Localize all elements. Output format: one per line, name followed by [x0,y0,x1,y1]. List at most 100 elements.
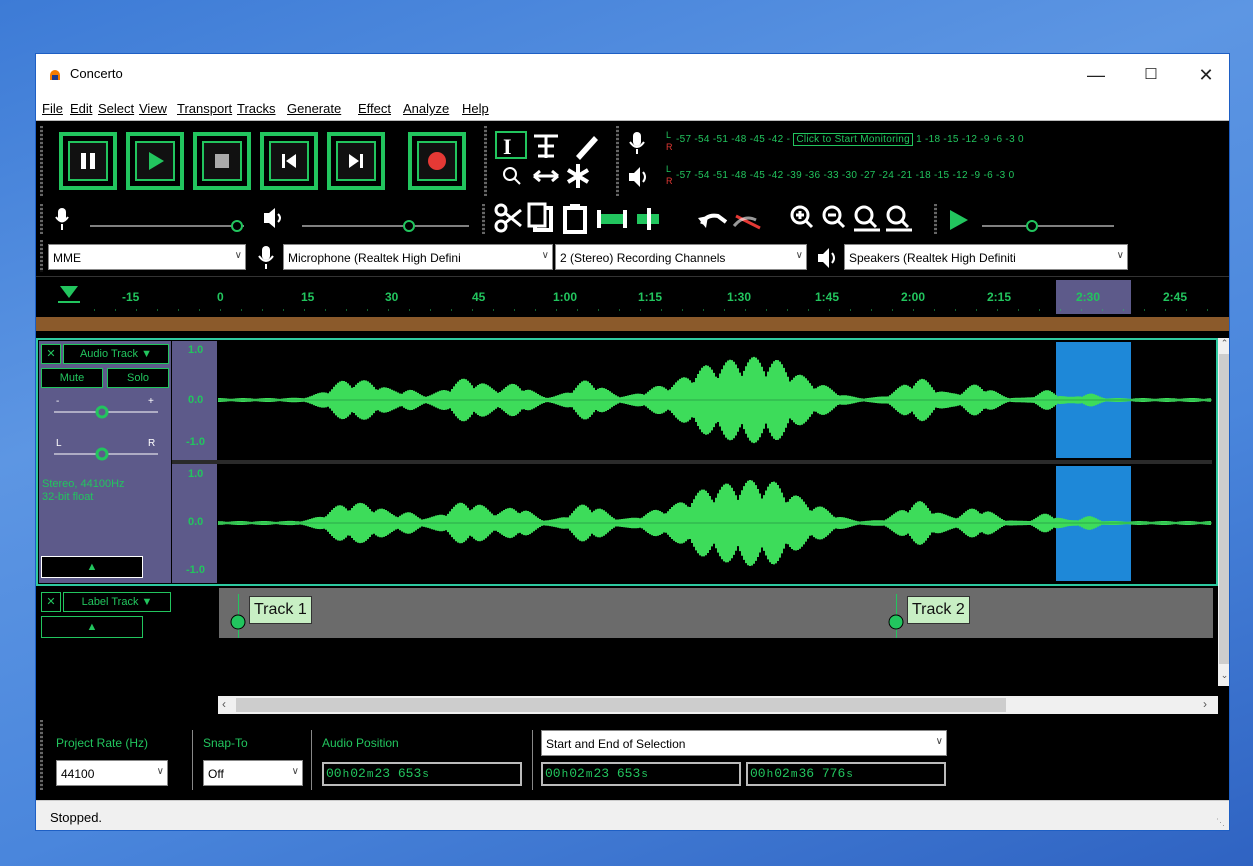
label-track-1[interactable]: Track 1 [249,596,312,624]
play-head-marker-icon[interactable] [58,284,80,304]
cut-icon[interactable] [494,203,522,233]
vertical-scroll-thumb[interactable] [1219,354,1229,664]
label-anchor-icon[interactable] [229,612,247,632]
microphone-icon[interactable] [626,130,650,156]
maximize-icon[interactable]: ☐ [1131,60,1171,90]
time-digit: 02 [569,766,585,781]
label-track-menu[interactable]: Label Track ▼ [63,592,171,612]
label-track-2[interactable]: Track 2 [907,596,970,624]
zoom-out-icon[interactable] [822,205,846,229]
play-at-speed-toolbar [950,210,1114,232]
start-monitoring-button[interactable]: Click to Start Monitoring [793,133,913,146]
playback-meter[interactable]: -57 -54 -51 -48 -45 -42 -39 -36 -33 -30 … [676,170,1221,186]
zoom-in-icon[interactable] [790,205,814,229]
ruler-label: 1:45 [815,290,840,304]
copy-icon[interactable] [527,202,553,232]
menu-analyze[interactable]: Analyze [403,101,449,116]
timeline-bar[interactable] [36,317,1229,331]
play-at-speed-icon[interactable] [950,210,968,230]
menu-transport[interactable]: Transport [177,101,232,116]
menu-edit[interactable]: Edit [70,101,92,116]
undo-icon[interactable] [698,213,728,228]
pan-slider[interactable] [54,444,160,462]
toolbar-grip[interactable] [482,204,485,234]
selection-end-time[interactable]: 00h02m36 776s [746,762,946,786]
selection-mode-select[interactable]: Start and End of Selection ∨ [541,730,947,756]
menu-tracks[interactable]: Tracks [237,101,276,116]
silence-icon[interactable] [637,208,659,230]
scroll-right-icon[interactable]: › [1203,697,1207,711]
collapse-label-track-button[interactable]: ▲ [41,616,143,638]
selection-start-time[interactable]: 00h02m23 653s [541,762,741,786]
solo-button[interactable]: Solo [107,368,169,388]
skip-to-start-button[interactable] [260,132,318,190]
menu-select[interactable]: Select [98,101,134,116]
waveform[interactable] [218,342,1212,582]
close-track-button[interactable]: ✕ [41,344,61,364]
status-text: Stopped. [50,810,103,825]
playback-device-select[interactable]: Speakers (Realtek High Definiti ∨ [844,244,1128,270]
speaker-icon[interactable] [626,164,650,190]
track-format-rate: Stereo, 44100Hz [42,478,125,490]
stop-button[interactable] [193,132,251,190]
pause-button[interactable] [59,132,117,190]
ruler-label: 2:30 [1076,290,1101,304]
skip-to-end-button[interactable] [327,132,385,190]
label-anchor-icon[interactable] [887,612,905,632]
recording-device-select[interactable]: Microphone (Realtek High Defini ∨ [283,244,553,270]
menu-generate[interactable]: Generate [287,101,341,116]
recording-channels-select[interactable]: 2 (Stereo) Recording Channels ∨ [555,244,807,270]
toolbar-grip[interactable] [484,126,487,196]
collapse-track-button[interactable]: ▲ [41,556,143,578]
chevron-down-icon: ∨ [156,766,164,777]
close-icon[interactable]: ✕ [1186,60,1226,90]
meter-channel-l: L [666,164,672,174]
toolbar-grip[interactable] [934,204,937,234]
scroll-down-icon[interactable]: ⌄ [1218,670,1229,684]
zoom-toolbar [790,205,912,232]
recording-device-value: Microphone (Realtek High Defini [288,251,461,265]
snap-to-select[interactable]: Off ∨ [203,760,303,786]
resize-grip-icon[interactable]: ⋱ [1216,817,1225,828]
toolbar-grip[interactable] [40,240,43,272]
scroll-left-icon[interactable]: ‹ [222,697,226,711]
title-bar: Concerto — ☐ ✕ [36,54,1229,96]
close-label-track-button[interactable]: ✕ [41,592,61,612]
vertical-scrollbar[interactable]: ⌃ ⌄ [1218,338,1229,686]
mute-button[interactable]: Mute [41,368,103,388]
audio-track-menu[interactable]: Audio Track ▼ [63,344,169,364]
record-button[interactable] [408,132,466,190]
snap-to-label: Snap-To [203,736,248,750]
horizontal-scrollbar[interactable]: ‹ › [218,696,1218,714]
record-meter[interactable]: -57 -54 -51 -48 -45 -42 - Click to Start… [676,133,1221,150]
fit-project-icon[interactable] [886,205,912,232]
project-rate-select[interactable]: 44100 ∨ [56,760,168,786]
toolbar-grip[interactable] [40,720,43,790]
menu-file[interactable]: File [42,101,63,116]
label-track-area[interactable] [219,588,1213,638]
menu-help[interactable]: Help [462,101,489,116]
time-digit: 02 [350,766,366,781]
audio-position-time[interactable]: 00h02m23 653s [322,762,522,786]
paste-icon[interactable] [563,204,587,234]
toolbar-grip[interactable] [616,126,619,196]
record-icon [428,152,446,170]
play-button[interactable] [126,132,184,190]
trim-icon[interactable] [597,210,627,228]
audio-host-select[interactable]: MME ∨ [48,244,246,270]
redo-icon[interactable] [732,214,761,230]
menu-effect[interactable]: Effect [358,101,391,116]
ruler-label: 2:15 [987,290,1012,304]
time-unit: h [561,769,569,781]
toolbar-grip[interactable] [40,204,43,234]
gain-slider[interactable] [54,402,160,420]
audio-position-label: Audio Position [322,736,399,750]
recording-channels-value: 2 (Stereo) Recording Channels [560,251,726,265]
play-icon [149,152,164,170]
minimize-icon[interactable]: — [1076,60,1116,90]
fit-selection-icon[interactable] [854,205,880,232]
toolbar-grip[interactable] [40,126,43,196]
horizontal-scroll-thumb[interactable] [236,698,1006,712]
scroll-up-icon[interactable]: ⌃ [1218,338,1229,352]
menu-view[interactable]: View [139,101,167,116]
